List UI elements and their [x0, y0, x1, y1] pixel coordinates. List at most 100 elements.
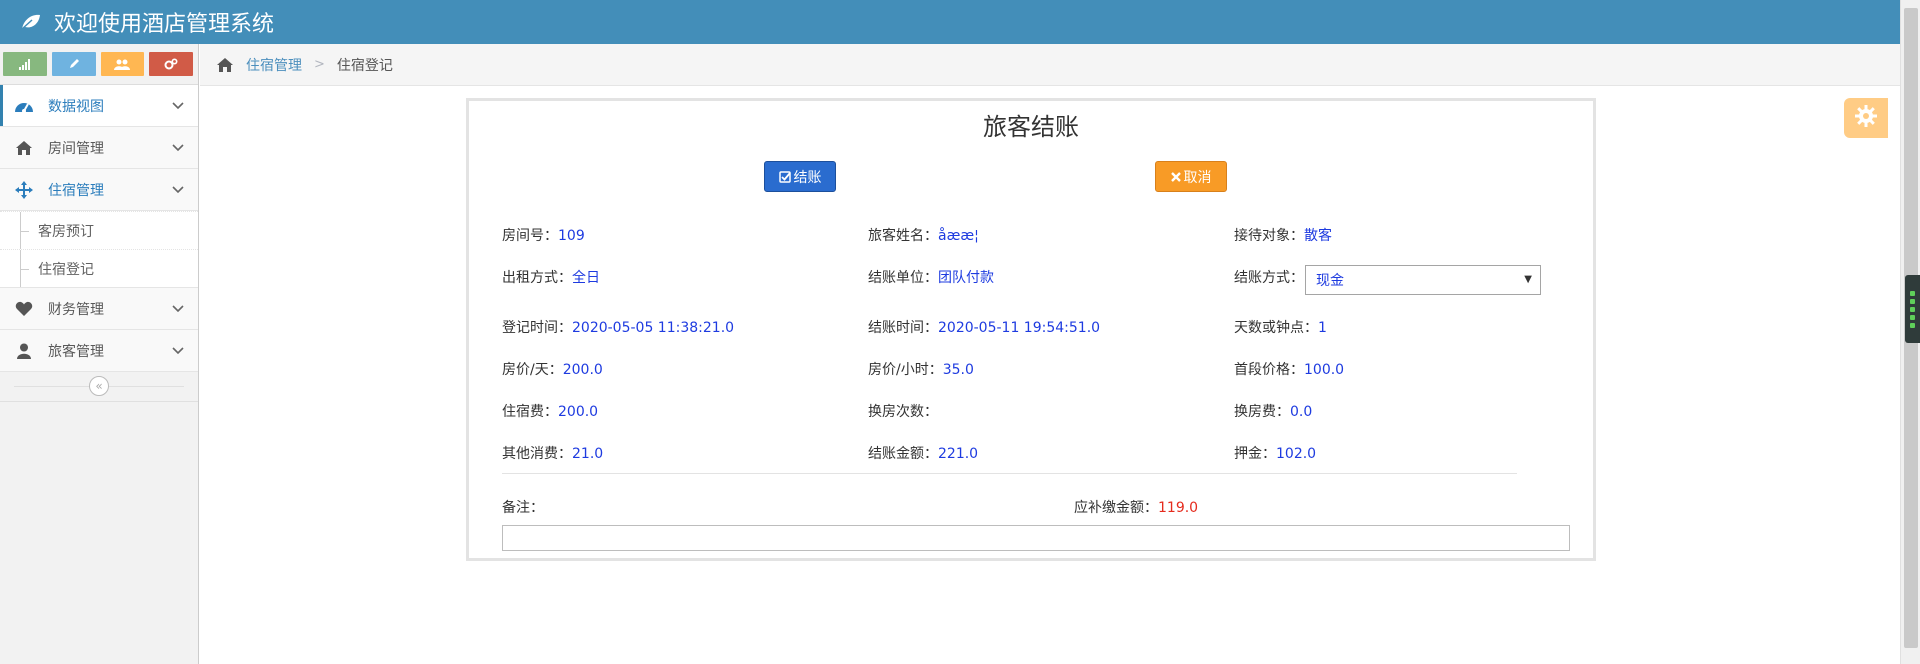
sidebar-collapse-row: «: [0, 372, 198, 402]
breadcrumb: 住宿管理 > 住宿登记: [200, 44, 1900, 86]
home-icon[interactable]: [216, 56, 234, 74]
change-count-field: 换房次数：: [868, 401, 938, 421]
move-icon: [14, 180, 34, 200]
check-square-icon: [778, 170, 791, 183]
leaf-icon: [20, 10, 44, 34]
checkout-time-value: 2020-05-11 19:54:51.0: [938, 320, 1101, 336]
sidebar-item-label: 财务管理: [48, 301, 104, 318]
cancel-button[interactable]: 取消: [1155, 161, 1227, 192]
widget-indicator: [1910, 306, 1915, 312]
room-no-field: 房间号：109: [502, 225, 585, 245]
pay-method-selected-value: 现金: [1316, 273, 1344, 289]
top-navbar: 欢迎使用酒店管理系统: [0, 0, 1920, 44]
field-label: 换房次数：: [868, 404, 938, 420]
side-widget[interactable]: [1905, 275, 1920, 343]
rent-mode-value: 全日: [572, 270, 600, 286]
change-fee-field: 换房费：0.0: [1234, 401, 1312, 421]
breadcrumb-link-lodging[interactable]: 住宿管理: [246, 55, 302, 75]
reception-field: 接待对象：散客: [1234, 225, 1332, 245]
field-label: 换房费：: [1234, 404, 1290, 420]
price-day-value: 200.0: [562, 362, 603, 378]
reception-value: 散客: [1304, 228, 1332, 244]
sidebar-item-label: 住宿管理: [48, 182, 104, 199]
other-fee-field: 其他消费：21.0: [502, 443, 603, 463]
pay-method-label: 结账方式：: [1234, 270, 1304, 286]
sidebar-subitem-checkin[interactable]: 住宿登记: [0, 249, 198, 287]
signal-icon: [18, 59, 30, 70]
checkout-panel: 旅客结账 结账 取消 房间号：109 旅客姓名：åææ¦ 接待对象：散客 出租方…: [466, 98, 1596, 561]
sidebar-subitem-booking[interactable]: 客房预订: [0, 211, 198, 249]
sidebar-collapse-button[interactable]: «: [89, 376, 109, 396]
field-label: 押金：: [1234, 446, 1276, 462]
pay-method-select[interactable]: 现金 ▼: [1305, 265, 1541, 295]
rent-mode-field: 出租方式：全日: [502, 267, 600, 287]
field-label: 首段价格：: [1234, 362, 1304, 378]
total-field: 结账金额：221.0: [868, 443, 978, 463]
first-price-value: 100.0: [1304, 362, 1345, 378]
guest-name-value: åææ¦: [938, 228, 979, 244]
field-label: 应补缴金额：: [1074, 500, 1158, 516]
total-value: 221.0: [938, 446, 979, 462]
sidebar-item-guests[interactable]: 旅客管理: [0, 330, 198, 372]
sidebar-submenu-lodging: 客房预订 住宿登记: [0, 211, 198, 288]
cogs-icon: [164, 58, 178, 70]
other-fee-value: 21.0: [572, 446, 604, 462]
field-label: 登记时间：: [502, 320, 572, 336]
dashboard-icon: [14, 96, 34, 116]
cancel-button-label: 取消: [1183, 169, 1212, 186]
close-icon: [1170, 171, 1181, 182]
field-label: 接待对象：: [1234, 228, 1304, 244]
checkout-button-label: 结账: [793, 169, 822, 186]
app-title[interactable]: 欢迎使用酒店管理系统: [54, 6, 274, 38]
chevron-down-icon: [172, 98, 188, 114]
sidebar-item-lodging[interactable]: 住宿管理: [0, 169, 198, 211]
field-label: 住宿费：: [502, 404, 558, 420]
change-fee-value: 0.0: [1290, 404, 1313, 420]
stay-fee-value: 200.0: [558, 404, 599, 420]
pay-unit-value: 团队付款: [938, 270, 994, 286]
field-label: 其他消费：: [502, 446, 572, 462]
field-label: 天数或钟点：: [1234, 320, 1318, 336]
breadcrumb-separator: >: [314, 57, 325, 72]
field-label: 房间号：: [502, 228, 558, 244]
divider: [502, 473, 1517, 474]
checkout-time-field: 结账时间：2020-05-11 19:54:51.0: [868, 317, 1100, 337]
widget-indicator: [1910, 290, 1915, 296]
price-day-field: 房价/天：200.0: [502, 359, 603, 379]
sidebar-item-finance[interactable]: 财务管理: [0, 288, 198, 330]
checkout-button[interactable]: 结账: [764, 161, 836, 192]
sidebar-shortcuts: [0, 44, 198, 85]
shortcut-cogs-button[interactable]: [149, 52, 193, 76]
field-label: 旅客姓名：: [868, 228, 938, 244]
sidebar-item-rooms[interactable]: 房间管理: [0, 127, 198, 169]
chevron-down-icon: [172, 182, 188, 198]
sidebar-item-label: 数据视图: [48, 98, 104, 115]
shortcut-signal-button[interactable]: [3, 52, 47, 76]
field-label: 结账金额：: [868, 446, 938, 462]
due-amount-value: 119.0: [1158, 500, 1199, 516]
due-amount-field: 应补缴金额：119.0: [1074, 497, 1198, 517]
user-icon: [14, 341, 34, 361]
settings-button[interactable]: [1844, 98, 1888, 138]
chevron-down-icon: [172, 301, 188, 317]
widget-indicator: [1910, 322, 1915, 328]
first-price-field: 首段价格：100.0: [1234, 359, 1344, 379]
stay-fee-field: 住宿费：200.0: [502, 401, 598, 421]
days-field: 天数或钟点：1: [1234, 317, 1327, 337]
heart-icon: [14, 299, 34, 319]
field-label: 结账时间：: [868, 320, 938, 336]
shortcut-pencil-button[interactable]: [51, 52, 96, 76]
pay-unit-field: 结账单位：团队付款: [868, 267, 994, 287]
breadcrumb-current: 住宿登记: [336, 57, 393, 74]
checkin-time-value: 2020-05-05 11:38:21.0: [572, 320, 735, 336]
shortcut-users-button[interactable]: [100, 52, 145, 76]
days-value: 1: [1318, 320, 1327, 336]
caret-down-icon: ▼: [1524, 274, 1532, 285]
home-icon: [14, 138, 34, 158]
gear-icon: [1854, 104, 1878, 132]
main-content: 住宿管理 > 住宿登记 旅客结账 结账 取消 房间号：109 旅客姓名：åææ¦…: [200, 44, 1900, 664]
field-label: 出租方式：: [502, 270, 572, 286]
deposit-value: 102.0: [1276, 446, 1317, 462]
remark-input[interactable]: [502, 525, 1570, 551]
sidebar-item-dashboard[interactable]: 数据视图: [0, 85, 198, 127]
